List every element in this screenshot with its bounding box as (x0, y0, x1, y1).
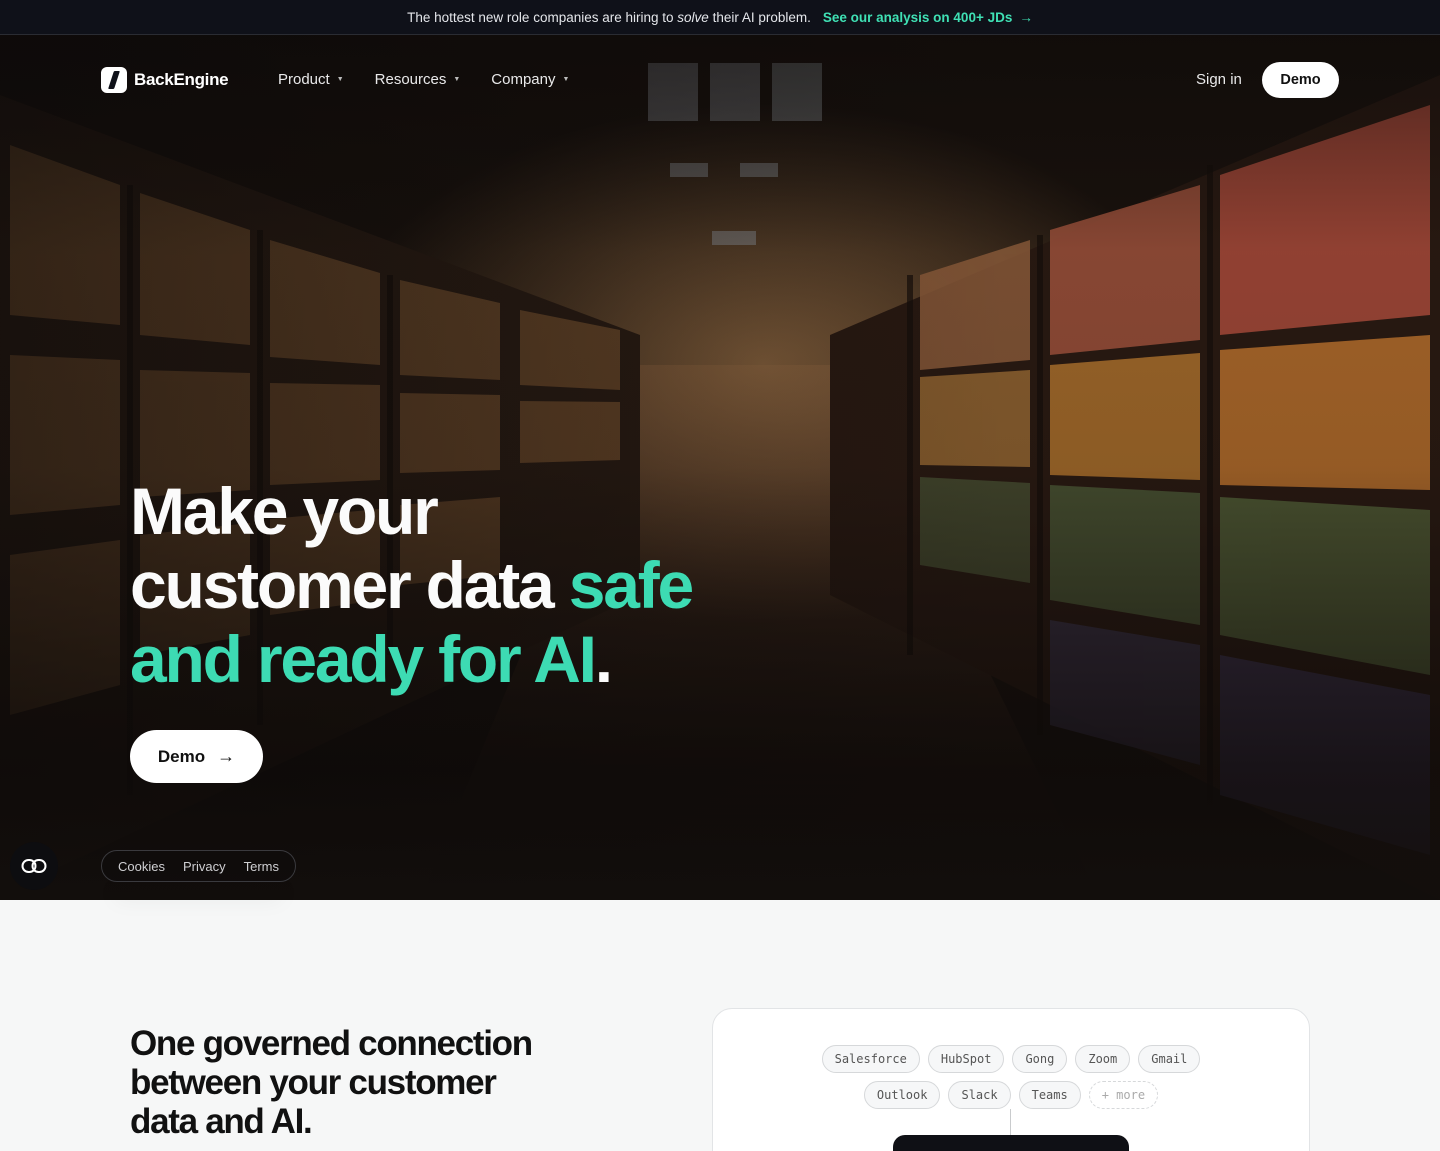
section-title: One governed connection between your cus… (130, 1024, 533, 1141)
menu-item-product[interactable]: Product ▼ (278, 71, 344, 88)
chip-teams[interactable]: Teams (1018, 1081, 1081, 1109)
menu-item-label: Resources (374, 71, 447, 88)
hero-headline: Make your customer data safe and ready f… (130, 474, 694, 696)
menu-item-resources[interactable]: Resources ▼ (375, 71, 461, 88)
main-menu: Product ▼ Resources ▼ Company ▼ (278, 71, 569, 88)
chip-outlook[interactable]: Outlook (863, 1081, 941, 1109)
announcement-text: The hottest new role companies are hirin… (407, 9, 811, 25)
demo-button-nav[interactable]: Demo (1262, 62, 1339, 98)
slash-logo-icon (101, 67, 127, 93)
chip-gmail[interactable]: Gmail (1138, 1045, 1201, 1073)
terms-link[interactable]: Terms (244, 859, 279, 874)
chip-slack[interactable]: Slack (948, 1081, 1011, 1109)
cookies-link[interactable]: Cookies (118, 859, 165, 874)
cookie-settings-icon[interactable] (10, 842, 58, 890)
arrow-right-icon[interactable]: → (1019, 10, 1033, 25)
connector-line (1010, 1109, 1011, 1137)
chip-more[interactable]: + more (1088, 1081, 1159, 1109)
caret-down-icon: ▼ (562, 76, 570, 83)
menu-item-label: Product (278, 71, 330, 88)
announcement-link[interactable]: See our analysis on 400+ JDs (823, 10, 1012, 25)
integrations-card: Salesforce HubSpot Gong Zoom Gmail Outlo… (712, 1008, 1310, 1151)
top-nav: BackEngine Product ▼ Resources ▼ Company… (0, 35, 1440, 125)
chip-gong[interactable]: Gong (1012, 1045, 1068, 1073)
chip-zoom[interactable]: Zoom (1075, 1045, 1131, 1073)
chip-hubspot[interactable]: HubSpot (927, 1045, 1005, 1073)
menu-item-company[interactable]: Company ▼ (491, 71, 569, 88)
legal-links: Cookies Privacy Terms (101, 850, 296, 882)
hub-block (893, 1135, 1129, 1151)
arrow-right-icon: → (217, 746, 236, 766)
integration-chips: Salesforce HubSpot Gong Zoom Gmail Outlo… (713, 1045, 1309, 1109)
menu-item-label: Company (491, 71, 556, 88)
chip-salesforce[interactable]: Salesforce (821, 1045, 920, 1073)
announcement-bar: The hottest new role companies are hirin… (0, 0, 1440, 35)
sign-in-link[interactable]: Sign in (1196, 71, 1242, 88)
caret-down-icon: ▼ (336, 76, 344, 83)
caret-down-icon: ▼ (453, 76, 461, 83)
privacy-link[interactable]: Privacy (183, 859, 226, 874)
cta-label: Demo (157, 746, 206, 766)
hero-demo-button[interactable]: Demo → (130, 730, 263, 783)
logo[interactable]: BackEngine (101, 67, 229, 93)
brand-name: BackEngine (134, 70, 229, 89)
